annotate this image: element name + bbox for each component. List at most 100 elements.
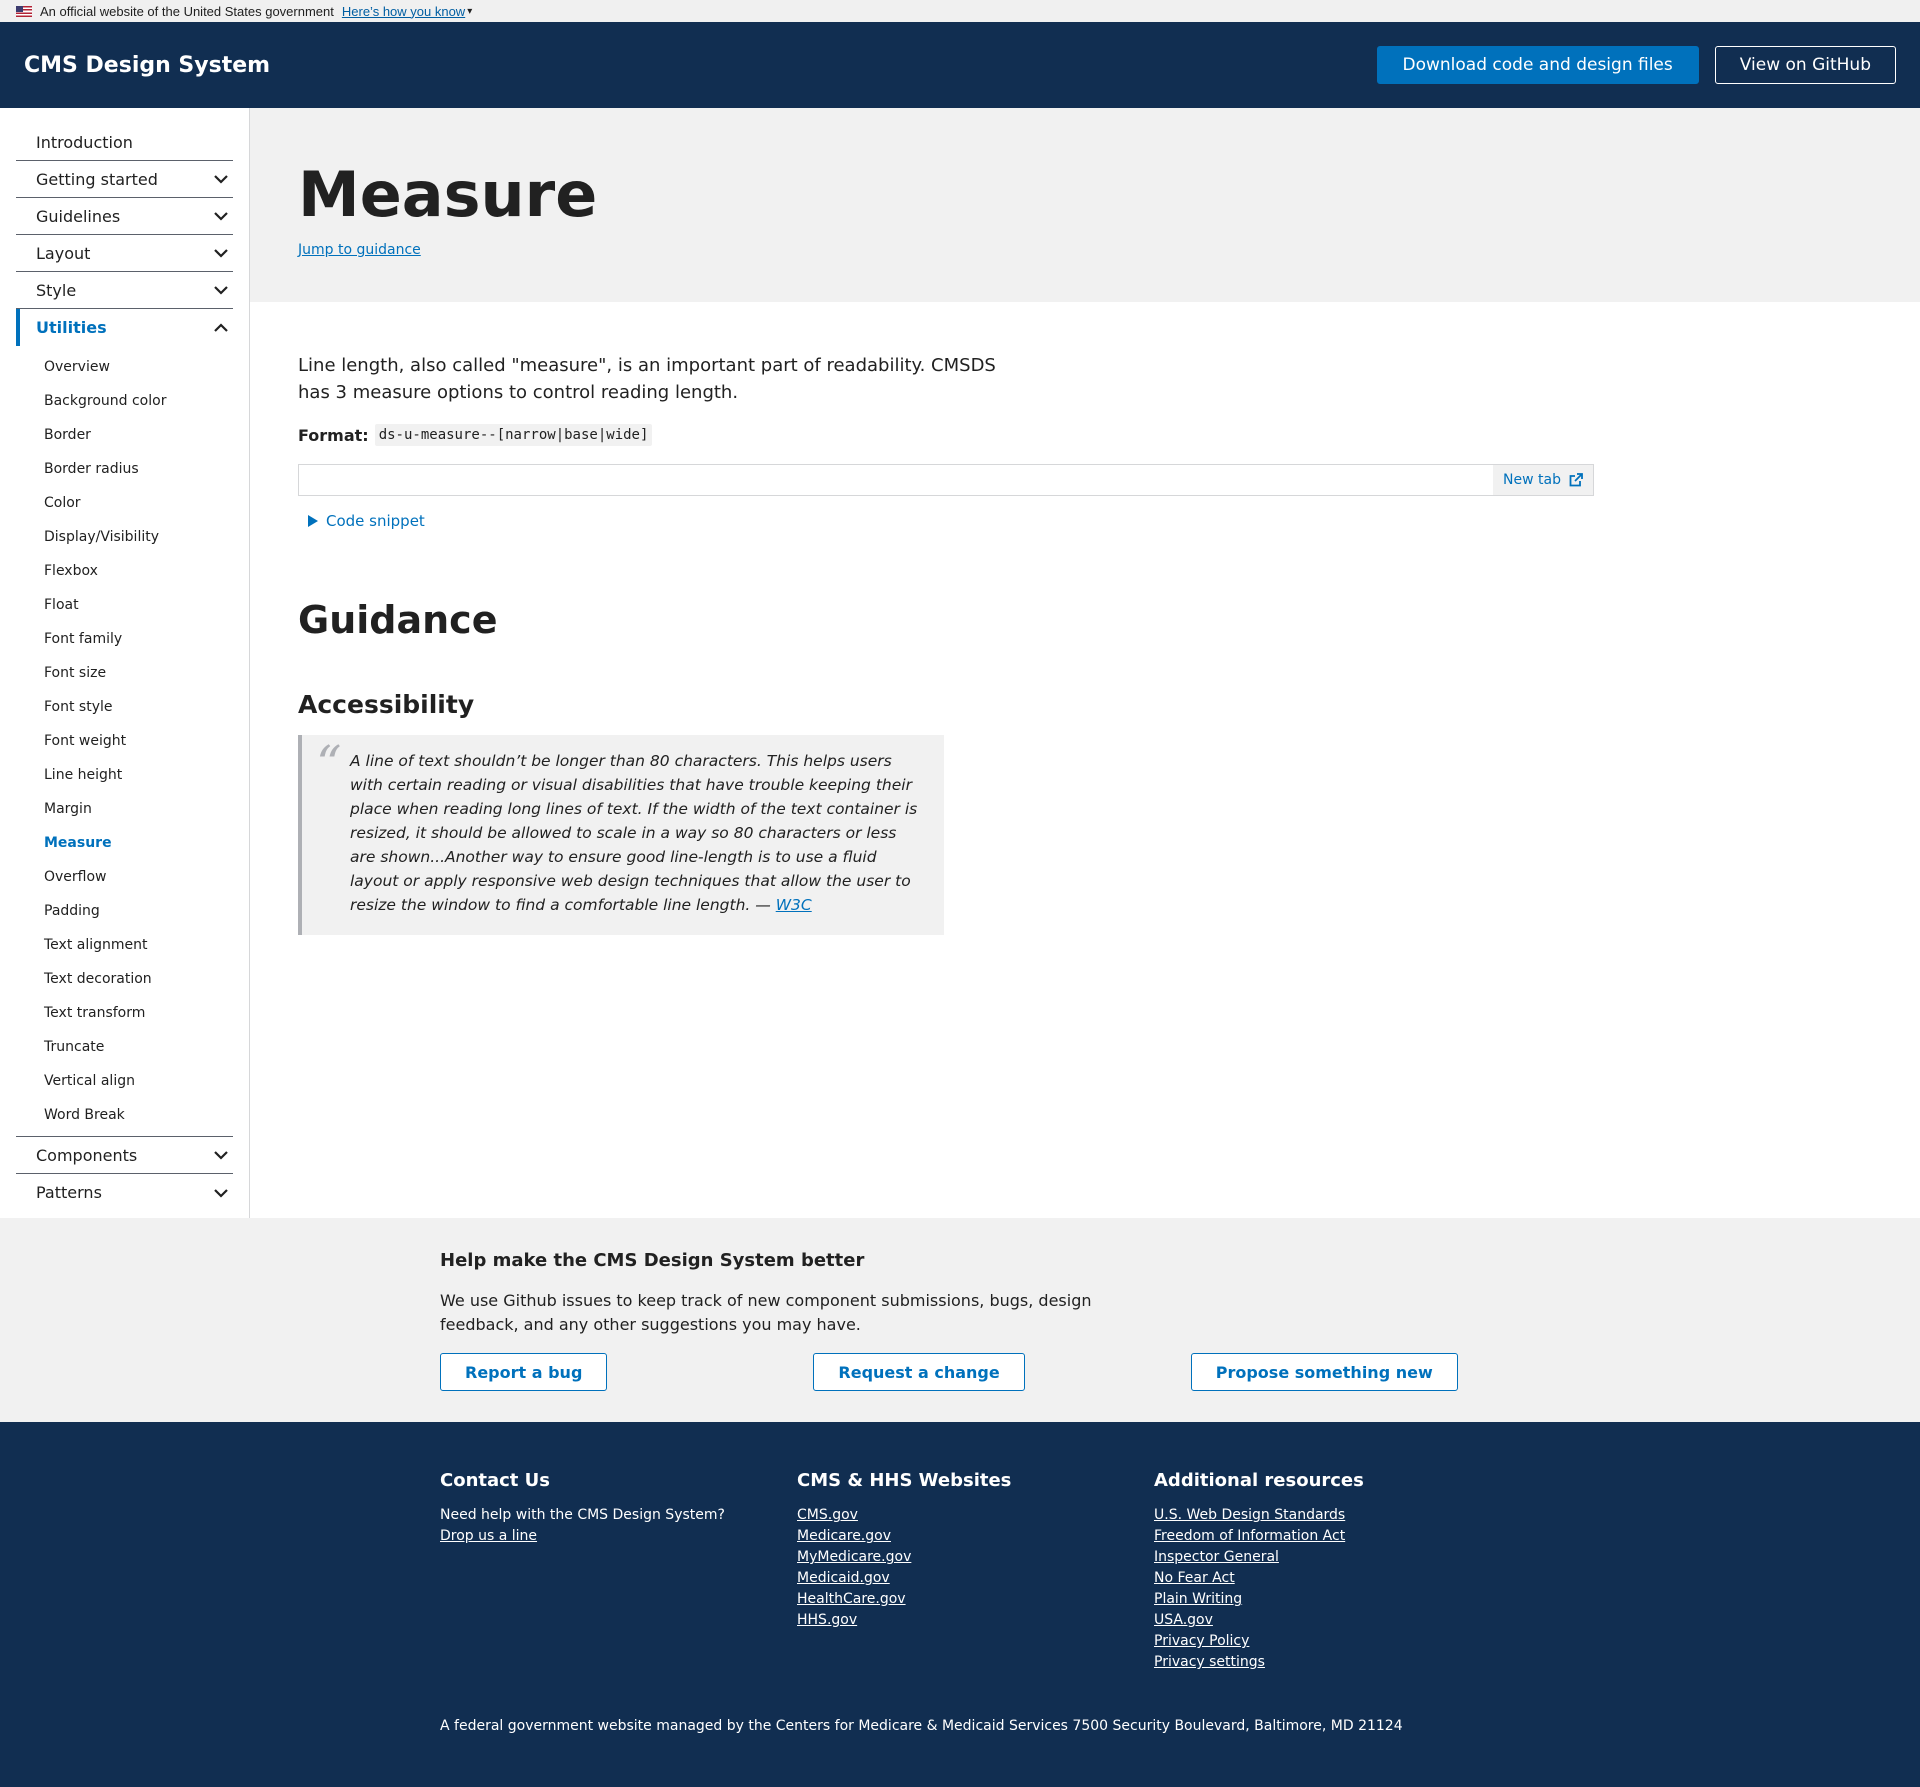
drop-us-a-line-link[interactable]: Drop us a line <box>440 1526 797 1547</box>
feedback-text: We use Github issues to keep track of ne… <box>440 1291 1092 1334</box>
sidebar-item-getting-started[interactable]: Getting started <box>16 161 233 198</box>
footer-link-healthcare[interactable]: HealthCare.gov <box>797 1589 1154 1610</box>
format-line: Format: ds-u-measure--[narrow|base|wide] <box>298 424 1598 446</box>
subnav-item-line-height[interactable]: Line height <box>16 758 233 792</box>
subnav-item-font-weight[interactable]: Font weight <box>16 724 233 758</box>
footer-bottom-text: A federal government website managed by … <box>440 1718 1403 1734</box>
subnav-item-color[interactable]: Color <box>16 486 233 520</box>
contact-text: Need help with the CMS Design System? <box>440 1507 725 1523</box>
request-change-button[interactable]: Request a change <box>813 1353 1025 1391</box>
contact-heading: Contact Us <box>440 1470 551 1491</box>
chevron-down-icon <box>214 249 228 258</box>
external-link-icon <box>1569 473 1583 487</box>
subnav-item-overflow[interactable]: Overflow <box>16 860 233 894</box>
footer-link-uswds[interactable]: U.S. Web Design Standards <box>1154 1505 1364 1526</box>
subnav-item-truncate[interactable]: Truncate <box>16 1030 233 1064</box>
subnav-item-font-style[interactable]: Font style <box>16 690 233 724</box>
download-button[interactable]: Download code and design files <box>1376 46 1699 84</box>
footer-link-foia[interactable]: Freedom of Information Act <box>1154 1526 1364 1547</box>
subnav-item-font-size[interactable]: Font size <box>16 656 233 690</box>
footer-link-no-fear-act[interactable]: No Fear Act <box>1154 1568 1364 1589</box>
subnav-item-border[interactable]: Border <box>16 418 233 452</box>
sidebar-item-introduction[interactable]: Introduction <box>16 124 233 161</box>
feedback-heading: Help make the CMS Design System better <box>440 1250 865 1271</box>
accessibility-blockquote: “ A line of text shouldn’t be longer tha… <box>298 735 944 935</box>
intro-text: Line length, also called "measure", is a… <box>298 355 996 403</box>
footer-link-privacy-policy[interactable]: Privacy Policy <box>1154 1631 1364 1652</box>
sidebar-item-utilities[interactable]: Utilities <box>16 309 233 346</box>
chevron-up-icon <box>214 322 228 332</box>
footer-link-privacy-settings[interactable]: Privacy settings <box>1154 1652 1364 1673</box>
footer-link-medicaid[interactable]: Medicaid.gov <box>797 1568 1154 1589</box>
jump-to-guidance-link[interactable]: Jump to guidance <box>298 242 421 258</box>
format-code: ds-u-measure--[narrow|base|wide] <box>374 424 653 446</box>
utilities-subnav: Overview Background color Border Border … <box>16 346 233 1137</box>
subnav-item-measure[interactable]: Measure <box>16 826 233 860</box>
code-snippet-label: Code snippet <box>326 512 425 530</box>
footer-link-mymedicare[interactable]: MyMedicare.gov <box>797 1547 1154 1568</box>
sidebar-item-guidelines[interactable]: Guidelines <box>16 198 233 235</box>
subnav-item-text-transform[interactable]: Text transform <box>16 996 233 1030</box>
github-button[interactable]: View on GitHub <box>1714 46 1896 84</box>
site-footer: Contact Us Need help with the CMS Design… <box>0 1422 1920 1787</box>
format-label: Format: <box>298 425 369 445</box>
subnav-item-text-decoration[interactable]: Text decoration <box>16 962 233 996</box>
sidebar-item-patterns[interactable]: Patterns <box>16 1174 233 1211</box>
sidebar-item-label: Patterns <box>36 1183 102 1202</box>
subnav-item-float[interactable]: Float <box>16 588 233 622</box>
sidebar-item-layout[interactable]: Layout <box>16 235 233 272</box>
footer-columns: Contact Us Need help with the CMS Design… <box>440 1470 1920 1673</box>
sidebar-item-components[interactable]: Components <box>16 1137 233 1174</box>
heres-how-you-know-link[interactable]: Here’s how you know <box>342 4 465 19</box>
websites-heading: CMS & HHS Websites <box>797 1470 1012 1491</box>
example-frame: New tab <box>298 464 1594 496</box>
gov-banner-text: An official website of the United States… <box>40 3 334 19</box>
footer-link-usa-gov[interactable]: USA.gov <box>1154 1610 1364 1631</box>
chevron-down-icon <box>214 175 228 184</box>
feedback-section: Help make the CMS Design System better W… <box>0 1218 1920 1422</box>
sidebar-item-label: Layout <box>36 243 91 263</box>
subnav-item-border-radius[interactable]: Border radius <box>16 452 233 486</box>
subnav-item-background-color[interactable]: Background color <box>16 384 233 418</box>
subnav-item-padding[interactable]: Padding <box>16 894 233 928</box>
page-hero: Measure Jump to guidance <box>250 108 1920 302</box>
report-bug-button[interactable]: Report a bug <box>440 1353 608 1391</box>
sidebar-item-label: Guidelines <box>36 206 121 226</box>
sidebar-item-label: Introduction <box>36 132 133 152</box>
sidebar-item-label: Style <box>36 280 77 300</box>
sidebar-item-label: Getting started <box>36 169 158 189</box>
subnav-item-margin[interactable]: Margin <box>16 792 233 826</box>
quote-text: A line of text shouldn’t be longer than … <box>350 752 918 914</box>
footer-link-cms[interactable]: CMS.gov <box>797 1505 1154 1526</box>
footer-link-medicare[interactable]: Medicare.gov <box>797 1526 1154 1547</box>
gov-banner: An official website of the United States… <box>0 0 1920 22</box>
propose-new-button[interactable]: Propose something new <box>1190 1353 1458 1391</box>
new-tab-button[interactable]: New tab <box>1493 465 1593 495</box>
sidebar-item-style[interactable]: Style <box>16 272 233 309</box>
subnav-item-text-alignment[interactable]: Text alignment <box>16 928 233 962</box>
subnav-item-flexbox[interactable]: Flexbox <box>16 554 233 588</box>
site-brand[interactable]: CMS Design System <box>24 53 270 78</box>
chevron-down-icon <box>214 1188 228 1198</box>
site-header: CMS Design System Download code and desi… <box>0 22 1920 108</box>
subnav-item-word-break[interactable]: Word Break <box>16 1098 233 1132</box>
subnav-item-font-family[interactable]: Font family <box>16 622 233 656</box>
footer-link-inspector-general[interactable]: Inspector General <box>1154 1547 1364 1568</box>
footer-websites: CMS & HHS Websites CMS.gov Medicare.gov … <box>797 1470 1154 1673</box>
footer-contact: Contact Us Need help with the CMS Design… <box>440 1470 797 1673</box>
chevron-down-icon[interactable]: ▾ <box>467 6 472 17</box>
footer-link-hhs[interactable]: HHS.gov <box>797 1610 1154 1631</box>
subnav-item-overview[interactable]: Overview <box>16 350 233 384</box>
w3c-link[interactable]: W3C <box>776 896 812 914</box>
subnav-item-display-visibility[interactable]: Display/Visibility <box>16 520 233 554</box>
accessibility-heading: Accessibility <box>298 690 475 719</box>
chevron-down-icon <box>214 286 228 295</box>
code-snippet-toggle[interactable]: Code snippet <box>308 512 1598 530</box>
main-content: Line length, also called "measure", is a… <box>298 302 1598 935</box>
sidebar-nav: Introduction Getting started Guidelines … <box>0 108 250 1218</box>
footer-resources: Additional resources U.S. Web Design Sta… <box>1154 1470 1364 1673</box>
guidance-heading: Guidance <box>298 598 498 642</box>
page-title: Measure <box>298 158 598 231</box>
footer-link-plain-writing[interactable]: Plain Writing <box>1154 1589 1364 1610</box>
subnav-item-vertical-align[interactable]: Vertical align <box>16 1064 233 1098</box>
